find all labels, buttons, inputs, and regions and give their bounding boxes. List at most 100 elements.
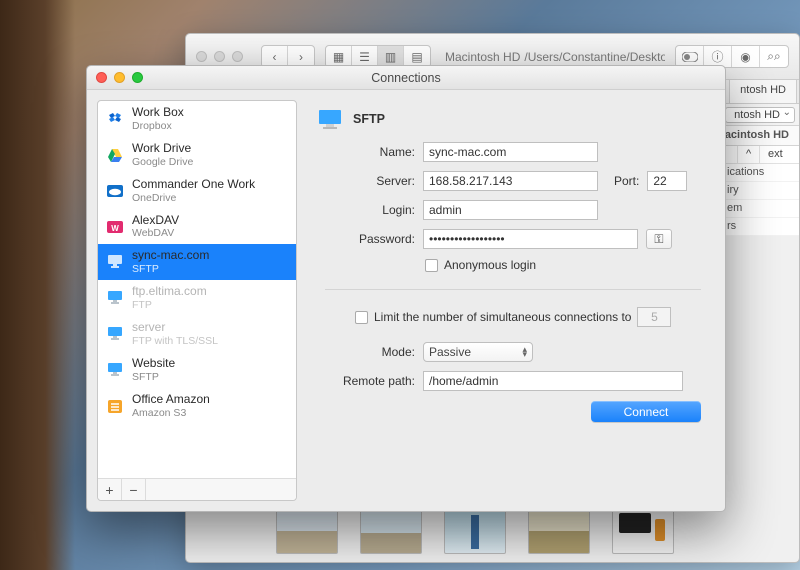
connection-item[interactable]: ftp.eltima.comFTP	[98, 280, 296, 316]
name-input[interactable]	[423, 142, 598, 162]
divider	[325, 289, 701, 290]
connection-form: SFTP Name: Server: Port: Login:	[307, 100, 715, 501]
connection-title: sync-mac.com	[132, 249, 209, 263]
connection-title: Office Amazon	[132, 393, 210, 407]
finder-tab[interactable]: ntosh HD	[729, 80, 797, 103]
anonymous-label: Anonymous login	[444, 258, 536, 272]
connection-subtitle: SFTP	[132, 371, 175, 383]
onedrive-icon	[106, 182, 124, 200]
remote-path-input[interactable]	[423, 371, 683, 391]
remove-connection-button[interactable]: −	[122, 479, 146, 500]
view-gallery-icon[interactable]: ▤	[404, 46, 430, 67]
svg-text:W: W	[111, 224, 119, 233]
thumbnail[interactable]	[444, 508, 506, 554]
s3-icon	[106, 397, 124, 415]
limit-input	[637, 307, 671, 327]
thumbnail[interactable]	[360, 508, 422, 554]
chevron-updown-icon: ▴▾	[522, 347, 527, 358]
binoculars-icon[interactable]: ⌕⌕	[760, 46, 788, 67]
connection-subtitle: Dropbox	[132, 120, 184, 132]
limit-label: Limit the number of simultaneous connect…	[374, 310, 631, 324]
port-input[interactable]	[647, 171, 687, 191]
dropbox-icon	[106, 110, 124, 128]
thumbnail[interactable]	[612, 508, 674, 554]
view-list-icon[interactable]: ☰	[352, 46, 378, 67]
finder-path: Macintosh HD /Users/Constantine/Desktop/…	[441, 50, 665, 64]
mode-label: Mode:	[325, 345, 415, 359]
window-title: Connections	[87, 71, 725, 85]
remote-path-label: Remote path:	[325, 374, 415, 388]
connection-item[interactable]: Commander One WorkOneDrive	[98, 173, 296, 209]
info-icon[interactable]: ⓘ	[704, 46, 732, 67]
connection-item[interactable]: W AlexDAVWebDAV	[98, 209, 296, 245]
connections-window: Connections Work BoxDropboxWork DriveGoo…	[86, 65, 726, 512]
password-input[interactable]	[423, 229, 638, 249]
connection-item[interactable]: sync-mac.comSFTP	[98, 244, 296, 280]
connection-subtitle: FTP with TLS/SSL	[132, 335, 218, 347]
sidebar-footer: + −	[98, 478, 296, 500]
anonymous-checkbox[interactable]	[425, 259, 438, 272]
connection-title: Work Box	[132, 106, 184, 120]
name-label: Name:	[325, 145, 415, 159]
sftp-icon	[317, 108, 343, 130]
connection-item[interactable]: WebsiteSFTP	[98, 352, 296, 388]
connect-button[interactable]: Connect	[591, 401, 701, 422]
path-prefix: Macintosh HD	[445, 50, 520, 64]
connection-title: ftp.eltima.com	[132, 285, 207, 299]
add-connection-button[interactable]: +	[98, 479, 122, 500]
finder-dropdown[interactable]: ntosh HD	[725, 107, 795, 123]
view-columns-icon[interactable]: ▥	[378, 46, 404, 67]
close-icon[interactable]	[96, 72, 107, 83]
connection-item[interactable]: serverFTP with TLS/SSL	[98, 316, 296, 352]
connection-title: AlexDAV	[132, 214, 179, 228]
minimize-icon[interactable]	[214, 51, 225, 62]
minimize-icon[interactable]	[114, 72, 125, 83]
connection-subtitle: Amazon S3	[132, 407, 210, 419]
gdrive-icon	[106, 146, 124, 164]
port-label: Port:	[614, 174, 639, 188]
ftp-icon	[106, 289, 124, 307]
thumbnail[interactable]	[528, 508, 590, 554]
forward-button[interactable]: ›	[288, 46, 314, 67]
connection-subtitle: SFTP	[132, 263, 209, 275]
connections-list: Work BoxDropboxWork DriveGoogle DriveCom…	[98, 101, 296, 478]
server-label: Server:	[325, 174, 415, 188]
connection-title: Website	[132, 357, 175, 371]
zoom-icon[interactable]	[132, 72, 143, 83]
thumbnail[interactable]	[276, 508, 338, 554]
col-ext[interactable]: ext	[759, 146, 799, 163]
ftp-icon	[106, 325, 124, 343]
connection-title: server	[132, 321, 218, 335]
path-text: /Users/Constantine/Desktop/www/MacEltima…	[524, 50, 665, 64]
limit-checkbox[interactable]	[355, 311, 368, 324]
back-button[interactable]: ‹	[262, 46, 288, 67]
protocol-label: SFTP	[353, 112, 385, 126]
connections-sidebar: Work BoxDropboxWork DriveGoogle DriveCom…	[97, 100, 297, 501]
connection-title: Commander One Work	[132, 178, 255, 192]
server-input[interactable]	[423, 171, 598, 191]
view-icons-icon[interactable]: ▦	[326, 46, 352, 67]
connection-subtitle: WebDAV	[132, 227, 179, 239]
sort-indicator[interactable]: ^	[737, 146, 759, 163]
login-label: Login:	[325, 203, 415, 217]
password-label: Password:	[325, 232, 415, 246]
quicklook-icon[interactable]: ◉	[732, 46, 760, 67]
login-input[interactable]	[423, 200, 598, 220]
key-icon[interactable]: ⚿	[646, 229, 672, 249]
connection-item[interactable]: Work DriveGoogle Drive	[98, 137, 296, 173]
connection-subtitle: FTP	[132, 299, 207, 311]
webdav-icon: W	[106, 218, 124, 236]
mode-value: Passive	[429, 345, 471, 359]
mode-select[interactable]: Passive ▴▾	[423, 342, 533, 362]
sftp-icon	[106, 253, 124, 271]
connection-item[interactable]: Work BoxDropbox	[98, 101, 296, 137]
sftp-icon	[106, 361, 124, 379]
close-icon[interactable]	[196, 51, 207, 62]
modal-titlebar: Connections	[87, 66, 725, 90]
connection-subtitle: Google Drive	[132, 156, 193, 168]
finder-traffic-lights	[196, 51, 243, 62]
connection-item[interactable]: Office AmazonAmazon S3	[98, 388, 296, 424]
zoom-icon[interactable]	[232, 51, 243, 62]
toggle-icon[interactable]	[676, 46, 704, 67]
connection-subtitle: OneDrive	[132, 192, 255, 204]
